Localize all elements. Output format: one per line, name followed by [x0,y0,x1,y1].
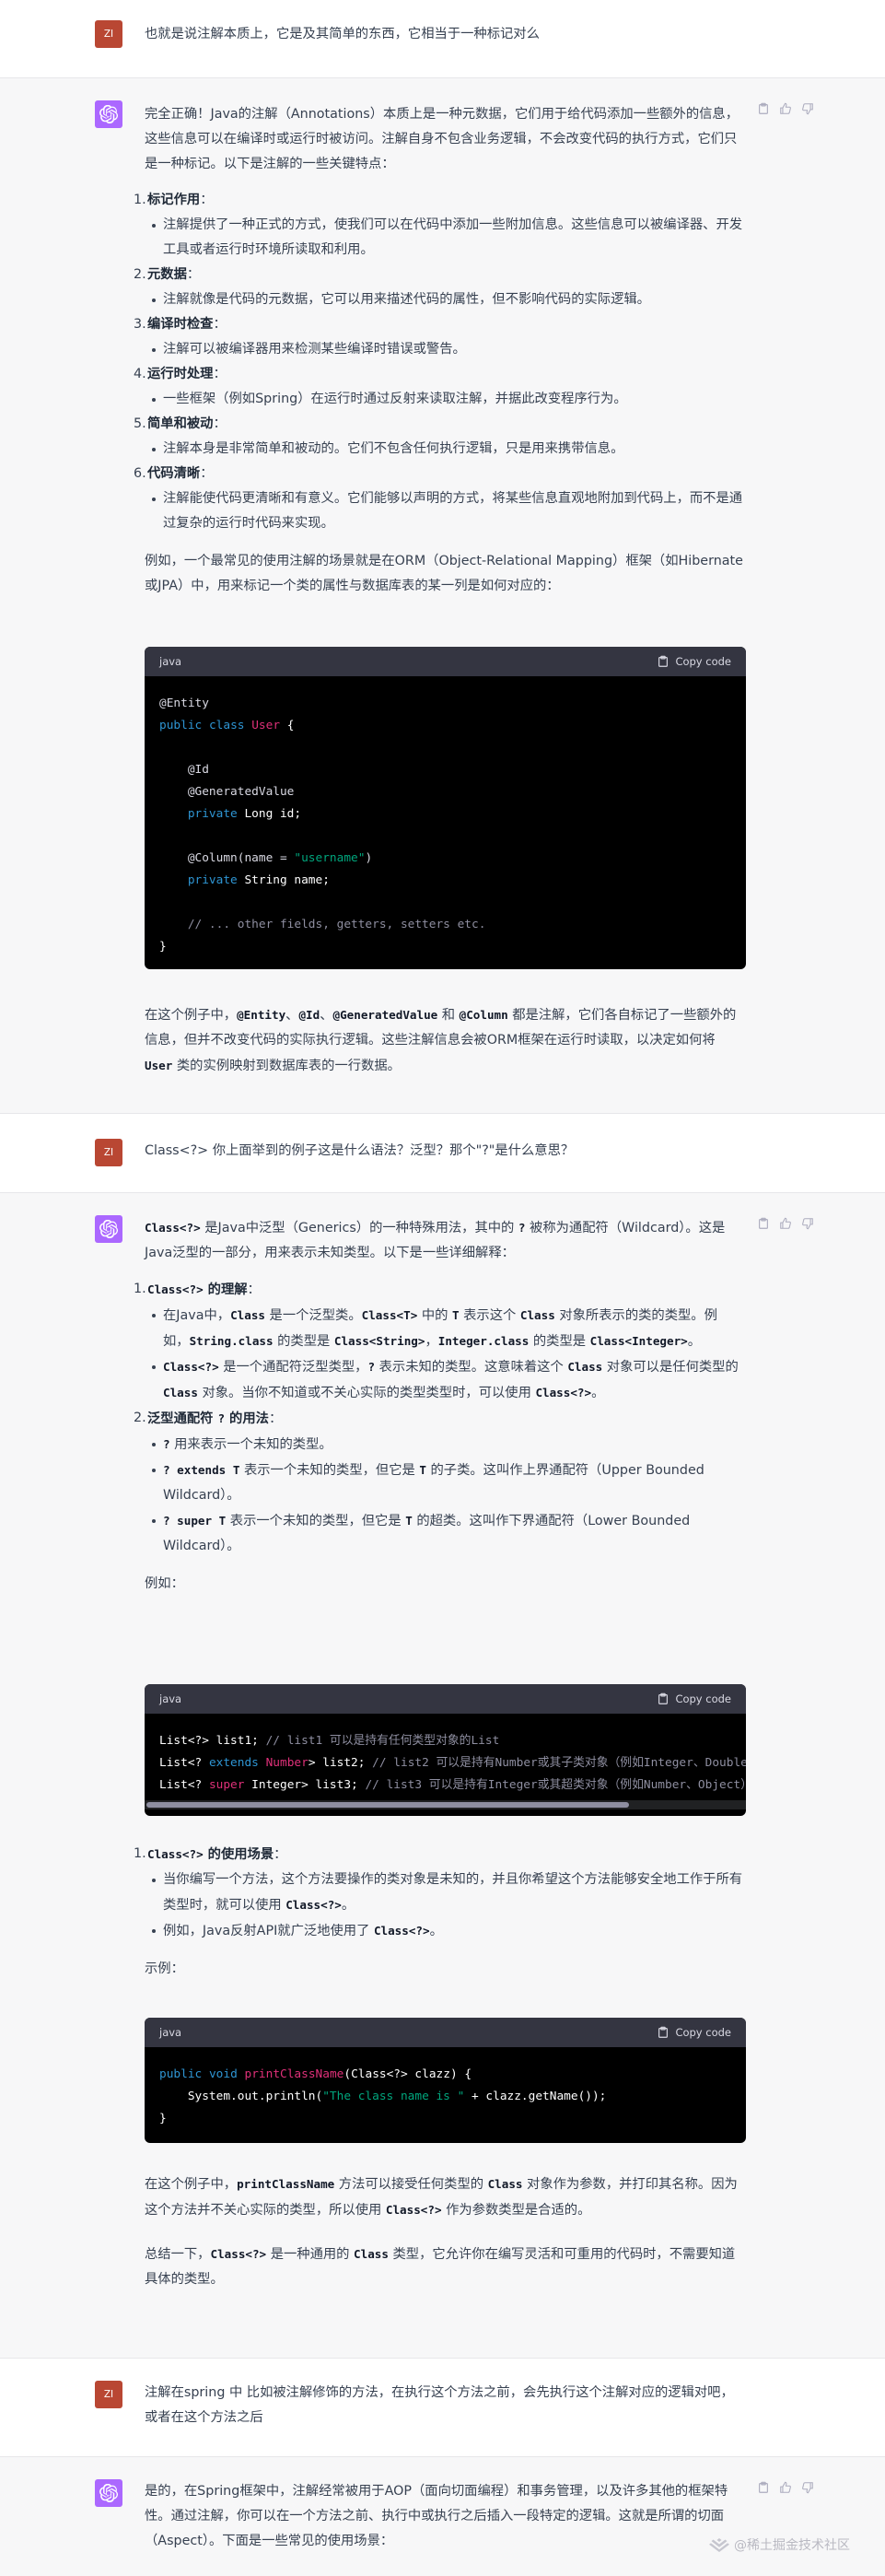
thumbs-up-icon[interactable] [779,102,792,115]
thumbs-down-icon[interactable] [801,1217,814,1230]
clipboard-icon[interactable] [757,1217,770,1230]
assistant-message-body: Class<?> 是Java中泛型（Generics）的一种特殊用法，其中的 ?… [134,1215,743,1597]
list-item: 1. Class<?> 的理解： 在Java中，Class 是一个泛型类。Clas… [134,1277,743,1406]
list-bullet: 例如，Java反射API就广泛地使用了 Class<?>。 [146,1918,743,1944]
list-bullet: 注解就像是代码的元数据，它可以用来描述代码的属性，但不影响代码的实际逻辑。 [146,287,743,312]
copy-code-button[interactable]: Copy code [657,655,731,668]
code-content: @Entity public class User { @Id @Generat… [159,697,486,954]
assistant-message-body: 是的，在Spring框架中，注解经常被用于AOP（面向切面编程）和事务管理，以及… [145,2479,743,2554]
watermark: @稀土掘金技术社区 [709,2535,875,2554]
assistant-message-2: Class<?> 是Java中泛型（Generics）的一种特殊用法，其中的 ?… [0,1193,885,2359]
copy-code-button[interactable]: Copy code [657,1692,731,1705]
list-bullet: 注解提供了一种正式的方式，使我们可以在代码中添加一些附加信息。这些信息可以被编译… [146,213,743,263]
list-item: 4. 运行时处理： 一些框架（例如Spring）在运行时通过反射来读取注解，并据此… [134,362,743,412]
list-bullet: 当你编写一个方法，这个方法要操作的类对象是未知的，并且你希望这个方法能够安全地工… [146,1868,743,1918]
thumbs-up-icon[interactable] [779,1217,792,1230]
code-language-label: java [159,1692,182,1705]
feature-list: 1. 标记作用： 注解提供了一种正式的方式，使我们可以在代码中添加一些附加信息。这… [134,188,743,536]
juejin-logo-icon [709,2538,729,2552]
message-actions [757,2481,814,2494]
user-message-2: ZI Class<?> 你上面举到的例子这是什么语法？泛型？那个"?"是什么意思… [0,1114,885,1193]
user-avatar: ZI [95,20,122,48]
list-bullet: ? super T 表示一个未知的类型，但它是 T 的超类。这叫作下界通配符（L… [146,1508,743,1559]
example-label: 例如： [145,1576,184,1591]
list-bullet: ? extends T 表示一个未知的类型，但它是 T 的子类。这叫作上界通配符… [146,1458,743,1508]
list-bullet: 注解本身是非常简单和被动的。它们不包含任何执行逻辑，只是用来携带信息。 [146,437,743,462]
user-avatar: ZI [95,2381,122,2408]
assistant-message-1: 完全正确！Java的注解（Annotations）本质上是一种元数据，它们用于给… [0,78,885,1114]
user-message-text: 也就是说注解本质上，它是及其简单的东西，它相当于一种标记对么 [145,27,540,41]
clipboard-icon[interactable] [757,2481,770,2494]
intro-paragraph: Class<?> 是Java中泛型（Generics）的一种特殊用法，其中的 ?… [145,1221,726,1260]
thumbs-up-icon[interactable] [779,2481,792,2494]
assistant-message-body: 完全正确！Java的注解（Annotations）本质上是一种元数据，它们用于给… [134,102,743,599]
copy-code-button[interactable]: Copy code [657,2026,731,2039]
list-item: 3. 编译时检查： 注解可以被编译器用来检测某些编译时错误或警告。 [134,312,743,362]
code-language-label: java [159,2026,182,2039]
user-avatar: ZI [95,1139,122,1166]
list-item: 6. 代码清晰： 注解能使代码更清晰和有意义。它们能够以声明的方式，将某些信息直观… [134,462,743,536]
summary-paragraph: 总结一下，Class<?> 是一种通用的 Class 类型，它允许你在编写灵活和… [145,2247,736,2287]
assistant-message-3: 是的，在Spring框架中，注解经常被用于AOP（面向切面编程）和事务管理，以及… [0,2457,885,2576]
usage-section: 1. Class<?> 的使用场景： 当你编写一个方法，这个方法要操作的类对象是未… [134,1842,743,1982]
list-item: 1. Class<?> 的使用场景： 当你编写一个方法，这个方法要操作的类对象是未… [134,1842,743,1944]
user-message-1: ZI 也就是说注解本质上，它是及其简单的东西，它相当于一种标记对么 [0,0,885,78]
intro-paragraph: 是的，在Spring框架中，注解经常被用于AOP（面向切面编程）和事务管理，以及… [145,2484,728,2548]
example-intro: 例如，一个最常见的使用注解的场景就是在ORM（Object-Relational… [145,554,743,593]
code-block-header: java Copy code [145,1684,746,1714]
outro-paragraph: 在这个例子中，@Entity、@Id、@GeneratedValue 和 @Co… [145,1008,737,1073]
message-actions [757,102,814,115]
code-content: public void printClassName(Class<?> claz… [159,2067,607,2125]
code-block: java Copy code List<?> list1; // list1 可… [145,1684,746,1816]
code-language-label: java [159,655,182,668]
code-content: List<?> list1; // list1 可以是持有任何类型对象的List… [159,1734,746,1792]
clipboard-icon [658,2026,669,2038]
clipboard-icon[interactable] [757,102,770,115]
horizontal-scrollbar[interactable] [145,1800,746,1809]
list-item: 2. 元数据： 注解就像是代码的元数据，它可以用来描述代码的属性，但不影响代码的实… [134,263,743,312]
chatgpt-logo-icon [95,1215,122,1243]
explanation-list: 1. Class<?> 的理解： 在Java中，Class 是一个泛型类。Clas… [134,1277,743,1559]
user-message-text: 注解在spring 中 比如被注解修饰的方法，在执行这个方法之前，会先执行这个注… [145,2385,734,2425]
list-bullet: 一些框架（例如Spring）在运行时通过反射来读取注解，并据此改变程序行为。 [146,387,743,412]
list-item: 2. 泛型通配符 ? 的用法： ? 用来表示一个未知的类型。 ? extends … [134,1406,743,1559]
code-block: java Copy code @Entity public class User… [145,647,746,969]
clipboard-icon [658,1692,669,1704]
code-block-header: java Copy code [145,647,746,676]
list-bullet: 注解能使代码更清晰和有意义。它们能够以声明的方式，将某些信息直观地附加到代码上，… [146,486,743,536]
list-bullet: 在Java中，Class 是一个泛型类。Class<T> 中的 T 表示这个 C… [146,1303,743,1354]
list-item: 5. 简单和被动： 注解本身是非常简单和被动的。它们不包含任何执行逻辑，只是用来携… [134,412,743,462]
usage-list: 1. Class<?> 的使用场景： 当你编写一个方法，这个方法要操作的类对象是未… [134,1842,743,1944]
scrollbar-thumb[interactable] [146,1802,629,1808]
code-block: java Copy code public void printClassNam… [145,2018,746,2143]
code-block-header: java Copy code [145,2018,746,2047]
user-message-text: Class<?> 你上面举到的例子这是什么语法？泛型？那个"?"是什么意思？ [145,1143,575,1158]
chatgpt-logo-icon [95,100,122,128]
clipboard-icon [658,655,669,667]
list-bullet: 注解可以被编译器用来检测某些编译时错误或警告。 [146,337,743,362]
example-label: 示例： [145,1961,184,1976]
chatgpt-logo-icon [95,2479,122,2507]
list-bullet: ? 用来表示一个未知的类型。 [146,1432,743,1458]
thumbs-down-icon[interactable] [801,2481,814,2494]
list-item: 1. 标记作用： 注解提供了一种正式的方式，使我们可以在代码中添加一些附加信息。这… [134,188,743,263]
thumbs-down-icon[interactable] [801,102,814,115]
summary-section: 在这个例子中，printClassName 方法可以接受任何类型的 Class … [145,2172,743,2292]
list-bullet: Class<?> 是一个通配符泛型类型，? 表示未知的类型。这意味着这个 Cla… [146,1354,743,1406]
message-actions [757,1217,814,1230]
outro-paragraph: 在这个例子中，printClassName 方法可以接受任何类型的 Class … [145,2177,738,2218]
user-message-3: ZI 注解在spring 中 比如被注解修饰的方法，在执行这个方法之前，会先执行… [0,2359,885,2457]
intro-paragraph: 完全正确！Java的注解（Annotations）本质上是一种元数据，它们用于给… [145,107,739,171]
